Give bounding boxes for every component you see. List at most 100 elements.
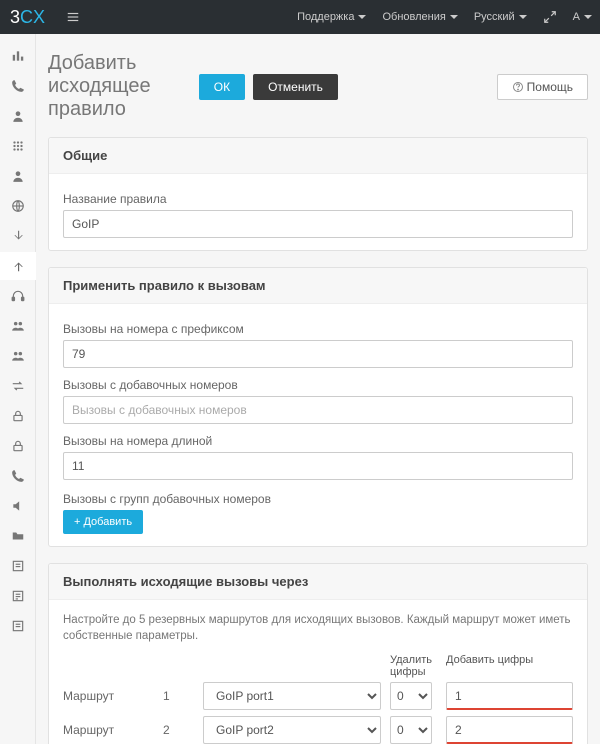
route-trunk-select[interactable]: GoIP port2	[203, 716, 381, 744]
users-icon	[11, 349, 25, 363]
sidebar-item-calllog[interactable]	[0, 552, 36, 580]
sidebar-item-queues[interactable]	[0, 342, 36, 370]
col-strip-label: Удалить цифры	[388, 654, 436, 678]
route-index: 2	[163, 723, 203, 737]
phone-icon	[11, 469, 25, 483]
add-group-button[interactable]: + Добавить	[63, 510, 143, 534]
lock-icon	[11, 439, 25, 453]
phone-icon	[11, 79, 25, 93]
expand-icon	[543, 10, 557, 24]
sidebar-item-ivr[interactable]	[0, 282, 36, 310]
bars-icon	[11, 49, 25, 63]
help-button-label: Помощь	[527, 80, 573, 94]
prefix-input[interactable]	[63, 340, 573, 368]
topbar-font-label: A	[573, 11, 580, 23]
sidebar-item-outbound[interactable]	[0, 252, 36, 280]
panel-outbound: Выполнять исходящие вызовы через Настрой…	[48, 563, 588, 744]
help-button[interactable]: Помощь	[497, 74, 588, 100]
chevron-down-icon	[519, 15, 527, 19]
sidebar-item-contacts[interactable]	[0, 162, 36, 190]
panel-outbound-heading: Выполнять исходящие вызовы через	[49, 564, 587, 600]
sidebar-item-settings[interactable]	[0, 612, 36, 640]
route-index: 1	[163, 689, 203, 703]
route-strip-select[interactable]: 0	[390, 716, 432, 744]
sidebar-item-dialpad[interactable]	[0, 132, 36, 160]
brand-logo: 3CX	[0, 0, 55, 34]
ext-label: Вызовы с добавочных номеров	[63, 378, 573, 392]
grid-icon	[11, 139, 25, 153]
rule-name-label: Название правила	[63, 192, 573, 206]
hamburger-icon	[66, 10, 80, 24]
arrow-up-icon	[11, 259, 25, 273]
sidebar-item-recordings[interactable]	[0, 492, 36, 520]
groups-label: Вызовы с групп добавочных номеров	[63, 492, 573, 506]
sidebar-item-hotdesking[interactable]	[0, 462, 36, 490]
ok-button[interactable]: ОК	[199, 74, 245, 100]
outbound-help: Настройте до 5 резервных маршрутов для и…	[63, 612, 573, 644]
globe-icon	[11, 199, 25, 213]
chevron-down-icon	[358, 15, 366, 19]
sidebar-item-groups[interactable]	[0, 312, 36, 340]
page-title: Добавить исходящее правило	[48, 52, 191, 121]
panel-apply: Применить правило к вызовам Вызовы на но…	[48, 267, 588, 547]
arrow-down-icon	[11, 229, 25, 243]
help-circle-icon	[512, 81, 524, 93]
sidebar-item-phones[interactable]	[0, 72, 36, 100]
route-label: Маршрут	[63, 723, 163, 737]
sidebar-item-bridges[interactable]	[0, 372, 36, 400]
topbar-updates-label: Обновления	[382, 11, 445, 23]
lock-icon	[11, 409, 25, 423]
topbar-updates[interactable]: Обновления	[374, 0, 465, 34]
route-strip-select[interactable]: 0	[390, 682, 432, 710]
chevron-down-icon	[450, 15, 458, 19]
main-content: Добавить исходящее правило ОК Отменить П…	[36, 34, 600, 744]
sidebar-item-backup[interactable]	[0, 522, 36, 550]
route-prepend-input[interactable]	[446, 682, 573, 710]
route-header: Удалить цифры Добавить цифры	[63, 654, 573, 678]
list-icon	[11, 619, 25, 633]
sidebar-item-extensions[interactable]	[0, 102, 36, 130]
chevron-down-icon	[584, 15, 592, 19]
sidebar-item-fax[interactable]	[0, 402, 36, 430]
col-prepend-label: Добавить цифры	[436, 654, 573, 678]
brand-prefix: 3	[10, 7, 20, 28]
sidebar-item-dashboard[interactable]	[0, 42, 36, 70]
user-icon	[11, 169, 25, 183]
topbar-language[interactable]: Русский	[466, 0, 535, 34]
page-header: Добавить исходящее правило ОК Отменить П…	[48, 52, 588, 121]
volume-icon	[11, 499, 25, 513]
sidebar-item-siptrunks[interactable]	[0, 192, 36, 220]
sidebar	[0, 34, 36, 744]
route-row: Маршрут 1 GoIP port1 0	[63, 682, 573, 710]
ext-input[interactable]	[63, 396, 573, 424]
rule-name-input[interactable]	[63, 210, 573, 238]
route-prepend-input[interactable]	[446, 716, 573, 744]
topbar-fullscreen[interactable]	[535, 0, 565, 34]
sidebar-item-fxs[interactable]	[0, 432, 36, 460]
sidebar-item-inbound[interactable]	[0, 222, 36, 250]
sidebar-item-reports[interactable]	[0, 582, 36, 610]
panel-general: Общие Название правила	[48, 137, 588, 251]
topbar-support[interactable]: Поддержка	[289, 0, 374, 34]
headset-icon	[11, 289, 25, 303]
transfer-icon	[11, 379, 25, 393]
len-label: Вызовы на номера длиной	[63, 434, 573, 448]
len-input[interactable]	[63, 452, 573, 480]
prefix-label: Вызовы на номера с префиксом	[63, 322, 573, 336]
topbar-language-label: Русский	[474, 11, 515, 23]
list-icon	[11, 589, 25, 603]
list-icon	[11, 559, 25, 573]
folder-icon	[11, 529, 25, 543]
topbar-fontsize[interactable]: A	[565, 0, 600, 34]
topbar-support-label: Поддержка	[297, 11, 354, 23]
route-label: Маршрут	[63, 689, 163, 703]
brand-suffix: CX	[20, 7, 45, 28]
users-icon	[11, 319, 25, 333]
topbar: 3CX Поддержка Обновления Русский A	[0, 0, 600, 34]
panel-apply-heading: Применить правило к вызовам	[49, 268, 587, 304]
menu-toggle[interactable]	[55, 0, 91, 34]
topbar-right: Поддержка Обновления Русский A	[289, 0, 600, 34]
cancel-button[interactable]: Отменить	[253, 74, 338, 100]
route-trunk-select[interactable]: GoIP port1	[203, 682, 381, 710]
user-icon	[11, 109, 25, 123]
